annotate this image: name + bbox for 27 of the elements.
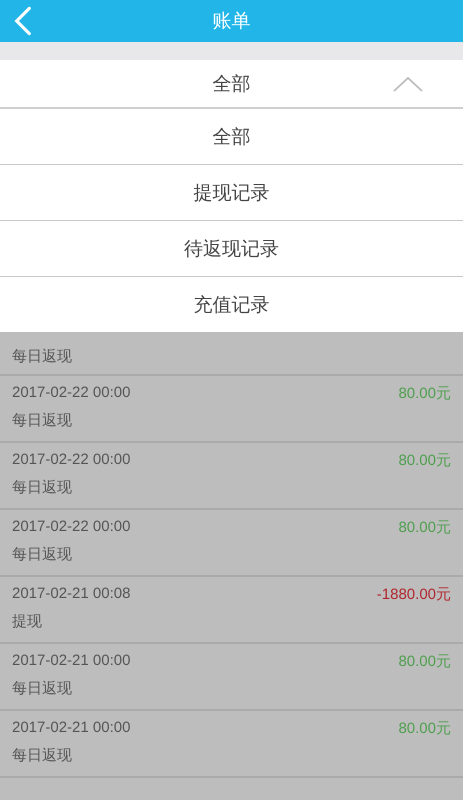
record-date: 2017-02-22 00:00	[12, 451, 130, 470]
record-type: 每日返现	[12, 478, 73, 497]
record-amount: -1880.00元	[376, 585, 451, 604]
record-type: 每日返现	[12, 679, 73, 698]
record-type: 每日返现	[12, 545, 73, 564]
record-type: 每日返现	[12, 347, 72, 366]
back-icon[interactable]	[14, 6, 32, 36]
record-date: 2017-02-21 00:08	[12, 585, 130, 604]
menu-item[interactable]: 待返现记录	[0, 221, 463, 277]
record-date: 2017-02-22 00:00	[12, 384, 130, 403]
filter-value: 全部	[212, 72, 250, 96]
record-amount: 80.00元	[398, 384, 451, 403]
record-type: 每日返现	[12, 746, 73, 765]
menu-item[interactable]: 提现记录	[0, 165, 463, 221]
filter-dropdown[interactable]: 全部	[0, 60, 463, 109]
page-title: 账单	[212, 9, 250, 34]
menu-item[interactable]: 全部	[0, 109, 463, 165]
record-amount: 80.00元	[398, 518, 451, 537]
record-date: 2017-02-21 00:00	[12, 652, 130, 671]
record-type: 提现	[12, 612, 43, 631]
menu-item[interactable]: 充值记录	[0, 277, 463, 332]
record-amount: 80.00元	[398, 652, 451, 671]
record-date: 2017-02-21 00:00	[12, 719, 130, 738]
record-type: 每日返现	[12, 411, 73, 430]
record-date: 2017-02-22 00:00	[12, 518, 130, 537]
record-amount: 80.00元	[398, 719, 451, 738]
record-amount: 80.00元	[398, 451, 451, 470]
